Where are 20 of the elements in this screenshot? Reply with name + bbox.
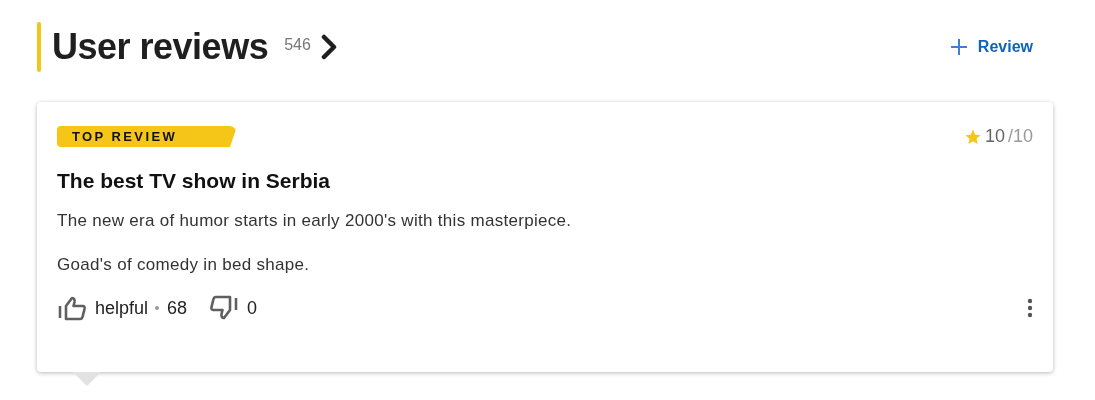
thumbs-up-icon[interactable] (57, 295, 87, 321)
add-review-button[interactable]: Review (939, 32, 1053, 62)
separator-dot (155, 306, 160, 310)
plus-icon (949, 38, 968, 56)
unhelpful-count: 0 (247, 297, 258, 319)
chevron-right-icon[interactable] (320, 34, 337, 60)
section-title: User reviews (52, 26, 269, 68)
card-pointer (73, 372, 101, 386)
thumbs-down-icon[interactable] (209, 295, 240, 321)
review-text: Goad's of comedy in bed shape. (57, 255, 311, 275)
top-review-badge: TOP REVIEW (57, 126, 238, 147)
helpful-count: 68 (167, 297, 188, 319)
rating-max: /10 (1007, 126, 1033, 147)
review-count: 546 (284, 36, 311, 54)
review-title[interactable]: The best TV show in Serbia (57, 169, 1033, 193)
rating-value: 10 (984, 126, 1005, 147)
review-text: The new era of humor starts in early 2000's with this masterpiece. (57, 211, 573, 231)
accent-bar (37, 22, 41, 72)
more-options-icon[interactable] (1027, 298, 1033, 318)
helpful-label: helpful (95, 297, 149, 319)
